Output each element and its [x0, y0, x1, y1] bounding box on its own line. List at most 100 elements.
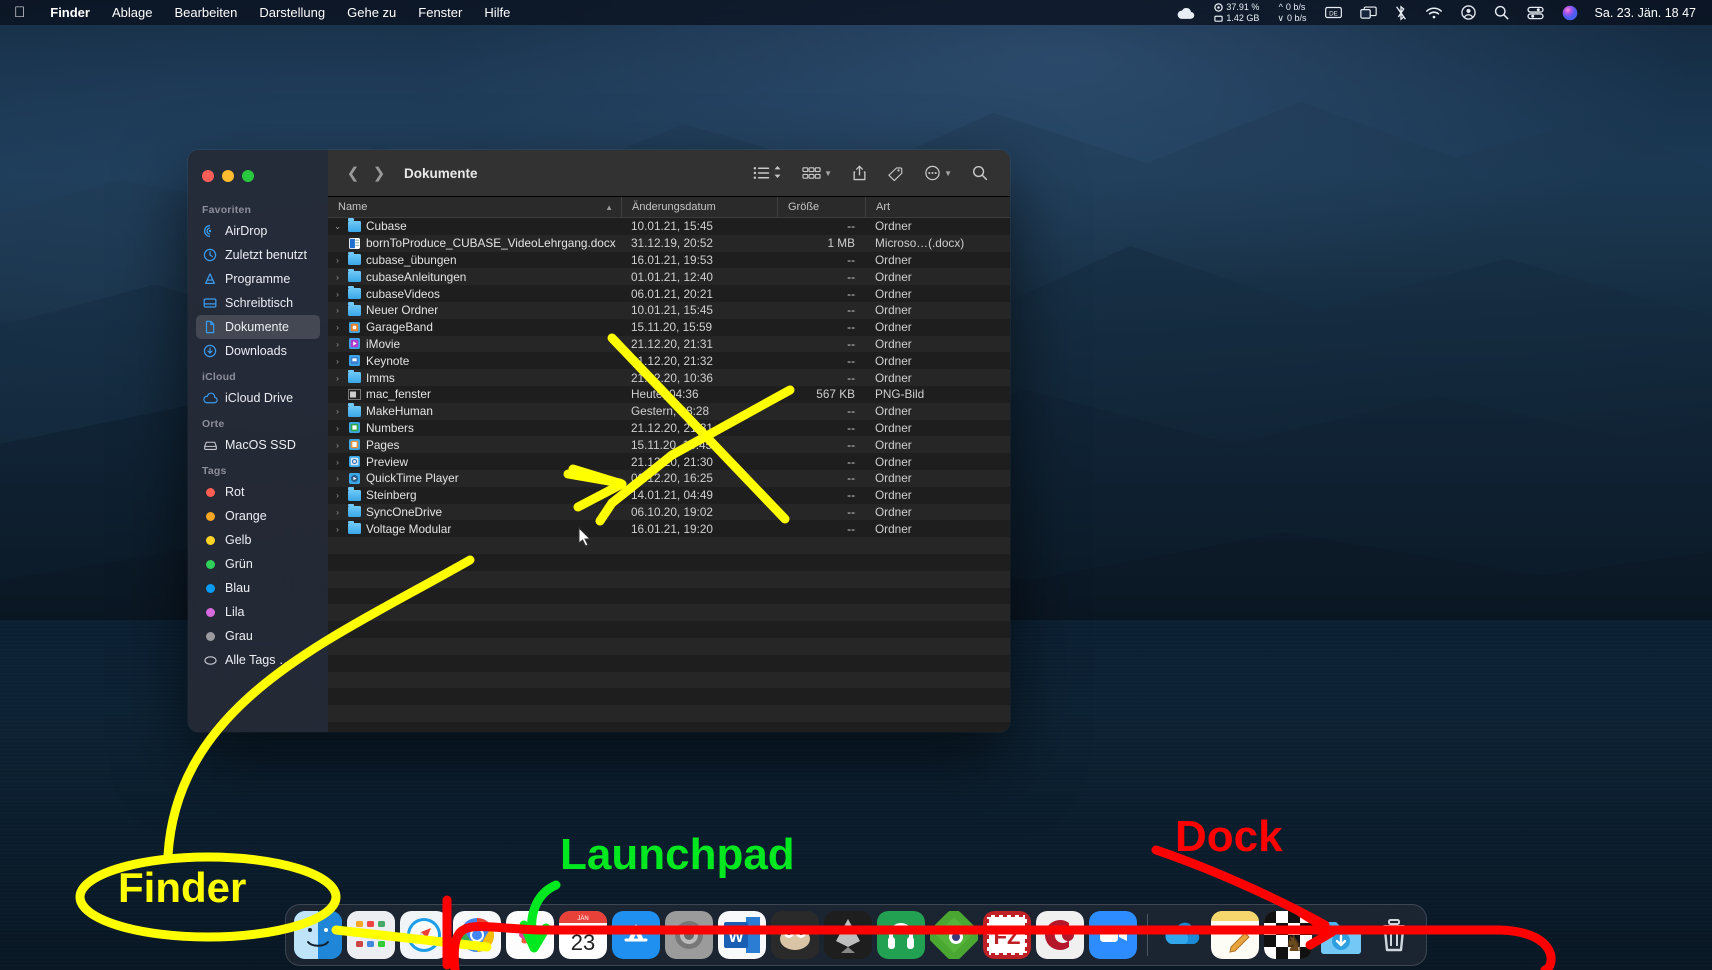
sidebar-tag-lila[interactable]: Lila — [196, 600, 320, 624]
system-monitor-cpu-mem[interactable]: 37.91 % 1.42 GB — [1205, 2, 1268, 24]
dock-item-chrome[interactable] — [453, 911, 501, 959]
chevron-right-icon[interactable]: › — [332, 322, 343, 332]
dock-item-gimp[interactable] — [771, 911, 819, 959]
search-icon[interactable] — [962, 165, 998, 181]
chevron-right-icon[interactable]: › — [332, 305, 343, 315]
table-row[interactable]: › cubaseAnleitungen 01.01.21, 12:40 -- Ordne… — [328, 268, 1010, 286]
sidebar-item-downloads[interactable]: Downloads — [196, 339, 320, 363]
sidebar-item-icloud-drive[interactable]: iCloud Drive — [196, 386, 320, 410]
dock-item-finder[interactable] — [294, 911, 342, 959]
chevron-right-icon[interactable]: › — [332, 356, 343, 366]
chevron-right-icon[interactable]: › — [332, 423, 343, 433]
siri-icon[interactable] — [1553, 5, 1587, 21]
dock-item-audacity[interactable] — [877, 911, 925, 959]
table-row[interactable]: › iMovie 21.12.20, 21:31 -- Ordner — [328, 335, 1010, 353]
sidebar-item-dokumente[interactable]: Dokumente — [196, 315, 320, 339]
chevron-right-icon[interactable]: › — [332, 490, 343, 500]
sidebar-tag-orange[interactable]: Orange — [196, 504, 320, 528]
menu-item-darstellung[interactable]: Darstellung — [248, 5, 336, 20]
chevron-right-icon[interactable]: › — [332, 524, 343, 534]
sidebar-all-tags[interactable]: Alle Tags … — [196, 648, 320, 672]
chevron-right-icon[interactable]: › — [332, 473, 343, 483]
table-row[interactable]: ⌄ Cubase 10.01.21, 15:45 -- Ordner — [328, 218, 1010, 235]
menu-item-hilfe[interactable]: Hilfe — [473, 5, 521, 20]
user-account-icon[interactable] — [1452, 5, 1485, 20]
menubar-clock[interactable]: Sa. 23. Jän. 18 47 — [1587, 6, 1704, 20]
menu-item-finder[interactable]: Finder — [39, 5, 101, 20]
spotlight-search-icon[interactable] — [1485, 5, 1518, 20]
chevron-right-icon[interactable]: › — [332, 440, 343, 450]
table-row[interactable]: › Preview 21.12.20, 21:30 -- Ordner — [328, 453, 1010, 470]
dock-item-zoom[interactable] — [1089, 911, 1137, 959]
table-row[interactable]: › Voltage Modular 16.01.21, 19:20 -- Ordner — [328, 520, 1010, 537]
more-actions-icon[interactable]: ▼ — [914, 165, 962, 181]
table-row[interactable]: › Pages 15.11.20, 16:45 -- Ordner — [328, 436, 1010, 454]
table-row[interactable]: mac_fenster Heute, 04:36 567 KB PNG-Bild — [328, 386, 1010, 403]
icloud-icon[interactable] — [1167, 6, 1205, 20]
dock-item-launchpad[interactable] — [347, 911, 395, 959]
chevron-left-icon[interactable]: ❮ — [340, 164, 366, 182]
sidebar-item-macos-ssd[interactable]: MacOS SSD — [196, 433, 320, 457]
column-header-date[interactable]: Änderungsdatum — [621, 197, 777, 217]
column-header-name[interactable]: Name ▲ — [328, 197, 621, 217]
chevron-right-icon[interactable]: › — [332, 272, 343, 282]
list-view-icon[interactable] — [743, 165, 792, 182]
view-stepper-icon[interactable] — [773, 165, 782, 182]
table-row[interactable]: › Keynote 21.12.20, 21:32 -- Ordner — [328, 352, 1010, 369]
table-row[interactable]: › Numbers 21.12.20, 21:31 -- Ordner — [328, 420, 1010, 437]
sidebar-item-airdrop[interactable]: AirDrop — [196, 219, 320, 243]
dock-item-cubase[interactable] — [1036, 911, 1084, 959]
sidebar-item-schreibtisch[interactable]: Schreibtisch — [196, 291, 320, 315]
sidebar-tag-rot[interactable]: Rot — [196, 480, 320, 504]
table-row[interactable]: › GarageBand 15.11.20, 15:59 -- Ordner — [328, 319, 1010, 336]
chevron-down-icon[interactable]: ▼ — [824, 169, 832, 178]
dock-item-photos[interactable] — [506, 911, 554, 959]
chevron-right-icon[interactable]: › — [332, 406, 343, 416]
table-row[interactable]: › Neuer Ordner 10.01.21, 15:45 -- Ordner — [328, 301, 1010, 319]
keyboard-input-icon[interactable]: DE — [1316, 6, 1351, 19]
dock-item-onedrive[interactable] — [1158, 911, 1206, 959]
dock-item-calendar[interactable]: JÄN 23 — [559, 911, 607, 959]
table-row[interactable]: › Steinberg 14.01.21, 04:49 -- Ordner — [328, 487, 1010, 504]
sidebar-tag-blau[interactable]: Blau — [196, 576, 320, 600]
table-row[interactable]: › cubase_übungen 16.01.21, 19:53 -- Ordner — [328, 251, 1010, 269]
dock-item-notes[interactable]: “ — [1211, 911, 1259, 959]
sidebar-tag-grau[interactable]: Grau — [196, 624, 320, 648]
table-row[interactable]: › SyncOneDrive 06.10.20, 19:02 -- Ordner — [328, 503, 1010, 521]
chevron-right-icon[interactable]: › — [332, 373, 343, 383]
table-row[interactable]: › cubaseVideos 06.01.21, 20:21 -- Ordner — [328, 285, 1010, 302]
close-button[interactable] — [202, 170, 214, 182]
dock-item-filezilla[interactable]: FZ — [983, 911, 1031, 959]
column-header-size[interactable]: Größe — [777, 197, 865, 217]
table-row[interactable]: bornToProduce_CUBASE_VideoLehrgang.docx 3… — [328, 234, 1010, 252]
dock-item-trash[interactable] — [1370, 911, 1418, 959]
column-header-kind[interactable]: Art — [865, 197, 1010, 217]
tag-icon[interactable] — [877, 166, 914, 181]
sidebar-item-zuletzt-benutzt[interactable]: Zuletzt benutzt — [196, 243, 320, 267]
dock-item-app-store[interactable] — [612, 911, 660, 959]
chevron-right-icon[interactable]: › — [332, 457, 343, 467]
menu-item-gehe-zu[interactable]: Gehe zu — [336, 5, 407, 20]
table-row[interactable]: › Imms 21.12.20, 10:36 -- Ordner — [328, 369, 1010, 386]
chevron-down-icon[interactable]: ⌄ — [332, 221, 343, 232]
dock-item-safari[interactable] — [400, 911, 448, 959]
table-row[interactable]: › QuickTime Player 06.12.20, 16:25 -- Ordner — [328, 469, 1010, 487]
wifi-icon[interactable] — [1416, 6, 1452, 20]
network-monitor[interactable]: ^ 0 b/s ∨ 0 b/s — [1268, 2, 1315, 24]
chevron-right-icon[interactable]: › — [332, 289, 343, 299]
sidebar-item-programme[interactable]: Programme — [196, 267, 320, 291]
share-icon[interactable] — [842, 165, 877, 181]
zoom-button[interactable] — [242, 170, 254, 182]
chevron-down-icon[interactable]: ▼ — [944, 169, 952, 178]
control-center-icon[interactable] — [1518, 6, 1553, 20]
chevron-right-icon[interactable]: ❯ — [366, 164, 392, 182]
dock-item-word[interactable]: W — [718, 911, 766, 959]
finder-window[interactable]: Favoriten AirDrop Zuletzt benutzt Progra… — [188, 150, 1010, 732]
group-by-icon[interactable]: ▼ — [792, 166, 842, 180]
chevron-right-icon[interactable]: › — [332, 339, 343, 349]
menu-item-bearbeiten[interactable]: Bearbeiten — [163, 5, 248, 20]
menu-item-ablage[interactable]: Ablage — [101, 5, 163, 20]
sidebar-tag-gelb[interactable]: Gelb — [196, 528, 320, 552]
dock-item-downloads-stack[interactable] — [1317, 911, 1365, 959]
chevron-right-icon[interactable]: › — [332, 507, 343, 517]
